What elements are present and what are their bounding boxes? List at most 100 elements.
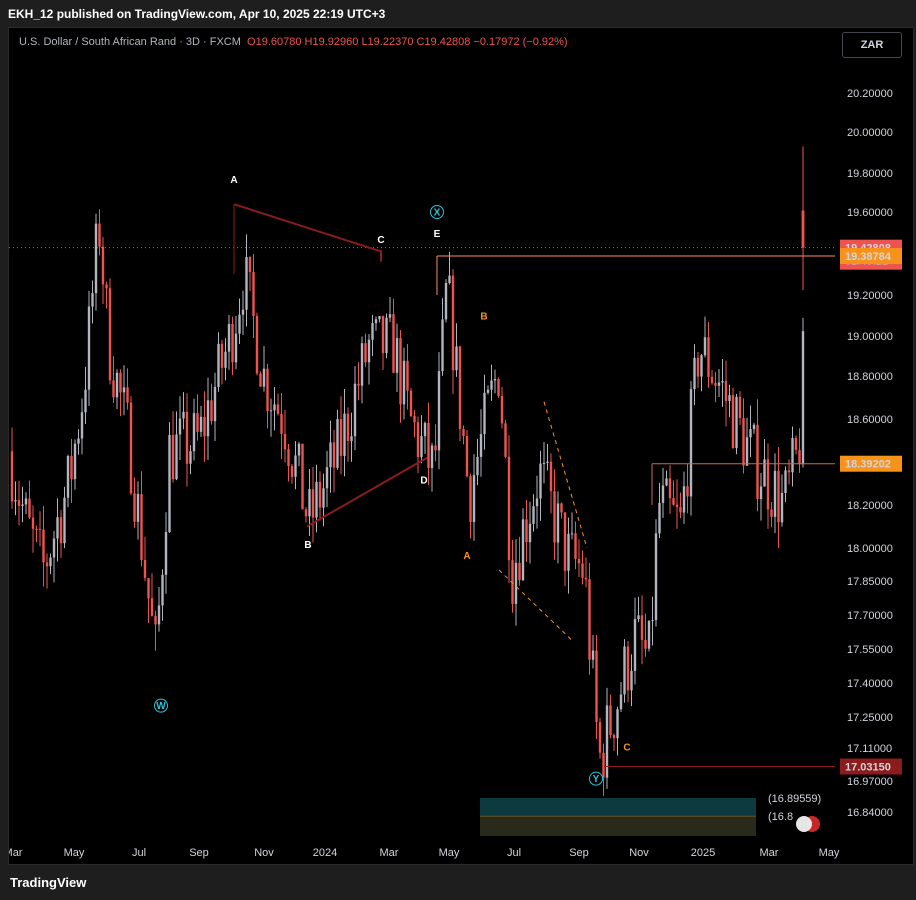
candle-body [644, 639, 647, 649]
candle-body [787, 470, 791, 473]
candle-body [588, 579, 591, 660]
x-tick-label: 2024 [313, 847, 337, 859]
y-tick-label: 19.80000 [847, 168, 893, 180]
candle-body [731, 395, 735, 449]
candle-body [357, 383, 360, 386]
candle-body [35, 528, 38, 530]
candle-body [133, 493, 136, 522]
hidden-level-label: (16.8 [768, 811, 793, 823]
triangle-bd-line [306, 456, 428, 528]
candle-body [276, 404, 280, 414]
price-tag-label: 18.39202 [845, 459, 891, 471]
candle-body [280, 413, 283, 434]
price-chart[interactable]: 20.20000 20.00000 19.80000 19.60000 19.20000… [9, 28, 915, 866]
y-tick-label: 17.11000 [847, 743, 892, 755]
wave-label: C [377, 235, 384, 246]
candle-body [745, 437, 749, 466]
candle-body [752, 424, 756, 430]
footer-bar: TradingView [0, 866, 916, 900]
x-tick-label: Jul [132, 847, 146, 859]
candle-body [262, 368, 266, 387]
y-tick-label: 20.00000 [847, 127, 893, 139]
candle-body [462, 429, 465, 437]
candle-body [735, 396, 738, 449]
candle-body [630, 670, 633, 691]
publisher-text: EKH_12 published on TradingView.com, Apr… [8, 7, 386, 21]
candle-body [423, 422, 427, 437]
price-tag-label: 17.03150 [845, 762, 891, 774]
candle-body [56, 517, 59, 539]
candle-body [675, 504, 679, 508]
candle-body [560, 503, 563, 513]
candle-body [31, 517, 35, 529]
chart-area[interactable]: 20.20000 20.00000 19.80000 19.60000 19.20000… [8, 27, 914, 865]
x-tick-label: Nov [254, 847, 274, 859]
candle-body [766, 459, 770, 510]
candle-body [175, 434, 178, 480]
candle-body [539, 463, 542, 499]
candle-body [304, 509, 308, 517]
candle-body [10, 451, 14, 502]
candle-body [315, 481, 318, 518]
currency-button[interactable]: ZAR [842, 32, 902, 58]
candle-body [231, 323, 234, 363]
candle-body [129, 402, 133, 494]
candle-body [213, 386, 217, 422]
candle-body [490, 380, 493, 390]
candle-body [168, 434, 171, 533]
price-tag-label: 19.38784 [845, 251, 892, 263]
x-tick-label: 2025 [691, 847, 715, 859]
candle-body [563, 512, 567, 571]
candle-body [385, 317, 388, 354]
candle-body [297, 443, 301, 456]
y-tick-label: 19.60000 [847, 207, 893, 219]
candle-body [360, 343, 364, 386]
candle-body [94, 223, 98, 294]
candle-body [301, 443, 304, 510]
candle-body [157, 605, 161, 625]
candle-body [290, 466, 294, 477]
candle-body [801, 331, 805, 465]
ohlc-change: −0.17972 (−0.92%) [473, 36, 568, 48]
candle-body [500, 395, 504, 424]
x-tick-label: May [819, 847, 840, 859]
candle-body [749, 429, 752, 438]
candle-body [87, 306, 91, 390]
x-tick-label: Sep [569, 847, 589, 859]
candle-body [486, 389, 490, 393]
candle-body [70, 456, 73, 480]
candle-body [693, 357, 696, 390]
candle-body [227, 323, 231, 352]
zone-box-olive [480, 816, 756, 836]
candle-body [52, 538, 56, 558]
wave-label: A [230, 175, 237, 186]
candle-body [542, 463, 546, 465]
y-tick-label: 18.00000 [847, 543, 893, 555]
candle-body [395, 338, 399, 373]
wave-label: B [480, 312, 487, 323]
candle-body [738, 396, 742, 418]
candle-body [714, 382, 717, 386]
candle-body [703, 337, 707, 356]
candle-body [707, 337, 710, 377]
x-tick-label: Nov [629, 847, 649, 859]
candle-body [269, 410, 273, 412]
candle-body [105, 284, 108, 289]
candle-body [689, 389, 693, 497]
candle-body [388, 314, 392, 318]
candle-body [119, 372, 122, 393]
candle-body [679, 507, 682, 513]
x-tick-label: Sep [189, 847, 209, 859]
candle-body [147, 578, 150, 599]
candle-body [283, 433, 287, 450]
candle-body [434, 445, 437, 451]
candle-body [451, 275, 455, 371]
candle-body [682, 486, 686, 513]
candle-body [710, 376, 714, 383]
candle-body [217, 343, 220, 387]
candle-body [651, 620, 654, 622]
y-tick-label: 17.55000 [847, 644, 893, 656]
candle-body [549, 461, 553, 492]
candle-body [777, 470, 780, 523]
candle-body [483, 392, 486, 435]
